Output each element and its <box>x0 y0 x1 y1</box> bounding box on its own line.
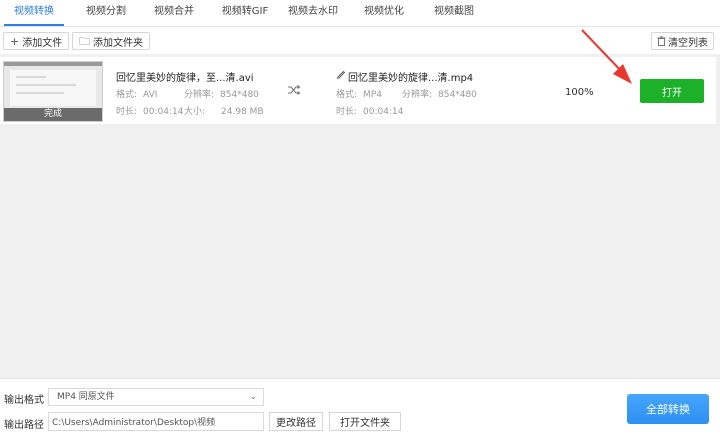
output-path-input[interactable] <box>48 412 264 431</box>
add-file-label: 添加文件 <box>22 37 63 49</box>
source-format: 格式: AVI <box>116 90 158 100</box>
tab-video-split[interactable]: 视频分割 <box>78 0 134 26</box>
file-row: 完成 回忆里美妙的旋律，至...清.avi 格式: AVI 分辨率: 854*480… <box>0 57 716 124</box>
add-file-button[interactable]: + 添加文件 <box>3 32 70 50</box>
chevron-down-icon: ⌄ <box>249 392 257 402</box>
tab-video-watermark[interactable]: 视频去水印 <box>282 0 344 26</box>
add-folder-label: 添加文件夹 <box>93 37 143 49</box>
source-resolution: 分辨率: 854*480 <box>184 90 259 100</box>
tab-video-gif[interactable]: 视频转GIF <box>214 0 276 26</box>
output-file-name[interactable]: 回忆里美妙的旋律...清.mp4 <box>348 69 473 84</box>
thumbnail-status: 完成 <box>4 108 102 121</box>
folder-icon: 🗀 <box>79 34 90 48</box>
source-size: 大小: 24.98 MB <box>184 107 264 117</box>
tab-video-optimize[interactable]: 视频优化 <box>356 0 412 26</box>
toolbar: + 添加文件 🗀 添加文件夹 清空列表 <box>0 26 720 54</box>
tab-video-screenshot[interactable]: 视频截图 <box>426 0 482 26</box>
output-format: 格式: MP4 <box>336 90 382 100</box>
clear-list-label: 清空列表 <box>668 37 708 49</box>
tab-video-convert[interactable]: 视频转换 <box>4 0 64 26</box>
clear-list-button[interactable]: 清空列表 <box>651 32 714 50</box>
plus-icon: + <box>10 34 20 48</box>
video-thumbnail: 完成 <box>3 61 103 122</box>
open-output-button[interactable]: 打开 <box>640 79 704 103</box>
output-duration: 时长: 00:04:14 <box>336 107 404 117</box>
edit-name-icon[interactable] <box>336 69 346 79</box>
bottom-panel: 输出格式 MP4 同原文件 ⌄ 输出路径 更改路径 打开文件夹 全部转换 <box>0 378 720 436</box>
change-path-button[interactable]: 更改路径 <box>269 412 323 431</box>
source-duration: 时长: 00:04:14 <box>116 107 184 117</box>
shuffle-icon <box>288 85 301 95</box>
tab-bar: 视频转换 视频分割 视频合并 视频转GIF 视频去水印 视频优化 视频截图 <box>0 0 720 26</box>
output-resolution: 分辨率: 854*480 <box>402 90 477 100</box>
tab-video-merge[interactable]: 视频合并 <box>146 0 202 26</box>
convert-all-button[interactable]: 全部转换 <box>627 394 709 424</box>
output-path-label: 输出路径 <box>4 420 44 431</box>
trash-icon <box>657 36 666 46</box>
output-format-label: 输出格式 <box>4 395 44 406</box>
output-format-select[interactable]: MP4 同原文件 ⌄ <box>48 388 264 406</box>
file-list: 完成 回忆里美妙的旋律，至...清.avi 格式: AVI 分辨率: 854*480… <box>0 54 720 378</box>
source-file-name: 回忆里美妙的旋律，至...清.avi <box>116 73 254 84</box>
add-folder-button[interactable]: 🗀 添加文件夹 <box>72 32 150 50</box>
output-format-value: MP4 同原文件 <box>57 392 115 402</box>
open-folder-button[interactable]: 打开文件夹 <box>329 412 401 431</box>
progress-percent: 100% <box>565 87 594 98</box>
